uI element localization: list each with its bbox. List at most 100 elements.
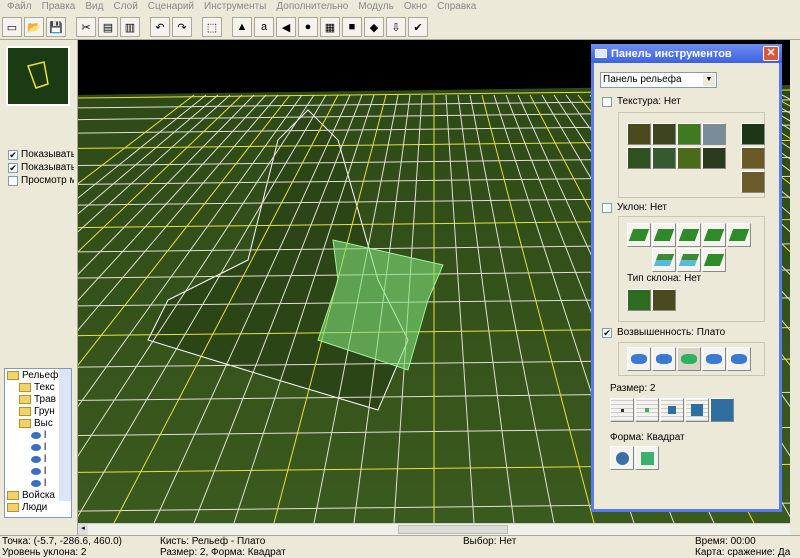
texture-tile[interactable] <box>652 123 676 145</box>
slope-button[interactable] <box>727 223 751 247</box>
map-button[interactable]: ■ <box>342 17 362 37</box>
object-button[interactable]: a <box>254 17 274 37</box>
menu-item[interactable]: Сценарий <box>143 0 199 15</box>
shape-option-square[interactable] <box>635 446 659 470</box>
elevation-button[interactable] <box>727 347 751 371</box>
texture-checkbox[interactable]: Текстура: Нет <box>602 96 681 107</box>
slope-icon <box>653 229 675 241</box>
tree-item-label: l <box>44 465 47 477</box>
checkbox[interactable]: ✔ <box>602 327 612 338</box>
menu-item[interactable]: Модуль <box>353 0 398 15</box>
scroll-left-button[interactable]: ◂ <box>78 524 88 535</box>
status-bar: Точка: (-5.7, -286.6, 460.0) Уровень укл… <box>0 535 800 558</box>
new-button[interactable]: ▭ <box>2 17 22 37</box>
checkbox[interactable] <box>602 202 612 213</box>
save-button[interactable]: 💾 <box>46 17 66 37</box>
panel-title: Панель инструментов <box>611 47 732 60</box>
elevation-checkbox[interactable]: ✔ Возвышенность: Плато <box>602 327 725 338</box>
horizontal-scrollbar[interactable]: ◂ <box>78 523 790 535</box>
menu-item[interactable]: Инструменты <box>199 0 271 15</box>
size-option-5[interactable] <box>685 398 709 422</box>
slope-button[interactable] <box>702 223 726 247</box>
elevation-button[interactable] <box>627 347 651 371</box>
size-option-8[interactable] <box>710 398 734 422</box>
test-icon: ✔ <box>413 21 423 34</box>
texture-tile[interactable] <box>741 171 765 193</box>
redo-button[interactable]: ↷ <box>172 17 192 37</box>
texture-tile[interactable] <box>652 147 676 169</box>
building-icon: ▦ <box>324 21 336 34</box>
slope-checkbox[interactable]: Уклон: Нет <box>602 202 667 213</box>
elevation-button[interactable] <box>652 347 676 371</box>
menu-item[interactable]: Вид <box>80 0 108 15</box>
panel-titlebar[interactable]: Панель инструментов ✕ <box>591 44 782 63</box>
tree-scrollbar[interactable] <box>59 369 71 501</box>
texture-tile[interactable] <box>677 123 701 145</box>
slope-button[interactable] <box>652 223 676 247</box>
undo-button[interactable]: ↶ <box>150 17 170 37</box>
scroll-thumb[interactable] <box>398 525 508 534</box>
slope-button[interactable] <box>677 248 701 272</box>
slope-button[interactable] <box>627 223 651 247</box>
object-tree[interactable]: Рельеф Текс Трав Грун Выс l l l l l Войска Люди <box>4 368 72 518</box>
slope-type-tile[interactable] <box>627 289 651 311</box>
copy-button[interactable]: ▤ <box>98 17 118 37</box>
paste-button[interactable]: ▥ <box>120 17 140 37</box>
building-button[interactable]: ▦ <box>320 17 340 37</box>
size-label: Размер: 2 <box>610 383 656 394</box>
shape-label: Форма: Квадрат <box>610 432 685 443</box>
menu-item[interactable]: Дополнительно <box>271 0 353 15</box>
menu-item[interactable]: Правка <box>37 0 81 15</box>
menu-item[interactable]: Слой <box>108 0 142 15</box>
preview-checkbox[interactable]: Просмотр м <box>8 175 74 186</box>
slope-button[interactable] <box>677 223 701 247</box>
cut-button[interactable]: ✂ <box>76 17 96 37</box>
size-option-1[interactable] <box>610 398 634 422</box>
tree-item-label: Трав <box>34 393 56 405</box>
terrain-button[interactable]: ▲ <box>232 17 252 37</box>
show-checkbox-2[interactable]: ✔ Показывать <box>8 162 74 173</box>
checkbox[interactable]: ✔ <box>8 162 18 173</box>
checkbox[interactable]: ✔ <box>8 149 18 160</box>
menu-item[interactable]: Файл <box>2 0 37 15</box>
redo-icon: ↷ <box>177 21 187 34</box>
texture-tile[interactable] <box>702 147 726 169</box>
texture-tile[interactable] <box>627 123 651 145</box>
menu-item[interactable]: Окно <box>399 0 432 15</box>
texture-tile[interactable] <box>677 147 701 169</box>
dropdown-value: Панель рельефа <box>603 74 682 85</box>
elevation-button[interactable] <box>677 347 701 371</box>
show-checkbox-1[interactable]: ✔ Показывать <box>8 149 74 160</box>
slope-button[interactable] <box>652 248 676 272</box>
texture-tile[interactable] <box>741 147 765 169</box>
export-button[interactable]: ⇩ <box>386 17 406 37</box>
slope-type-tile[interactable] <box>652 289 676 311</box>
minimap[interactable] <box>6 46 70 106</box>
cube-button[interactable]: ◆ <box>364 17 384 37</box>
open-button[interactable]: 📂 <box>24 17 44 37</box>
texture-tile[interactable] <box>741 123 765 145</box>
menu-item[interactable]: Справка <box>432 0 481 15</box>
menu-bar: Файл Правка Вид Слой Сценарий Инструменты Допо… <box>0 0 800 15</box>
elevation-button[interactable] <box>702 347 726 371</box>
close-button[interactable]: ✕ <box>763 46 779 61</box>
tree-item[interactable]: Люди <box>5 501 71 513</box>
size-option-3[interactable] <box>660 398 684 422</box>
tree-item-label: l <box>44 477 47 489</box>
texture-tile[interactable] <box>702 123 726 145</box>
status-brush-size: Размер: 2, Форма: Квадрат <box>160 547 286 558</box>
checkbox[interactable] <box>8 175 18 186</box>
shape-option-circle[interactable] <box>610 446 634 470</box>
select-button[interactable]: ⬚ <box>202 17 222 37</box>
test-button[interactable]: ✔ <box>408 17 428 37</box>
unit-button[interactable]: ● <box>298 17 318 37</box>
tree-item-label: Рельеф <box>22 369 59 381</box>
checkbox[interactable] <box>602 96 612 107</box>
panel-dropdown[interactable]: Панель рельефа ▼ <box>600 72 717 88</box>
slope-button[interactable] <box>702 248 726 272</box>
sound-button[interactable]: ◀ <box>276 17 296 37</box>
elevation-icon <box>706 354 722 364</box>
texture-tile[interactable] <box>627 147 651 169</box>
folder-icon <box>7 370 19 380</box>
size-option-2[interactable] <box>635 398 659 422</box>
